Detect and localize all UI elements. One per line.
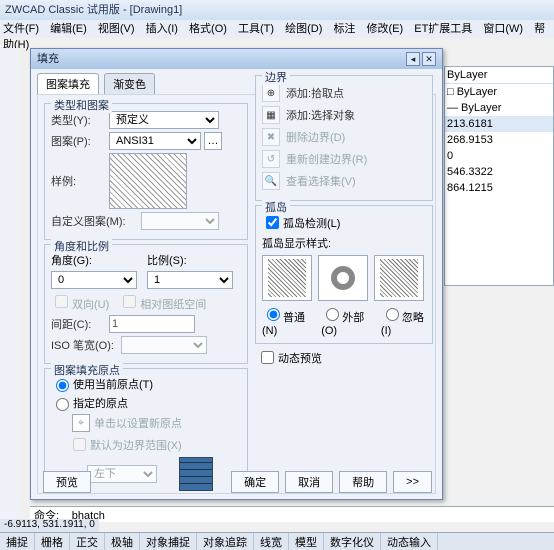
select-object-icon[interactable]: ▦ [262, 106, 280, 124]
island-style-ignore[interactable] [374, 255, 424, 301]
status-model[interactable]: 模型 [289, 533, 324, 550]
angle-select[interactable]: 0 [51, 271, 137, 289]
menu-tools[interactable]: 工具(T) [238, 23, 274, 35]
recreate-boundary-icon: ↺ [262, 150, 280, 168]
preview-button[interactable]: 预览 [43, 471, 91, 493]
iso-pen-select [121, 336, 207, 354]
double-checkbox [55, 295, 68, 308]
custom-pattern-select [141, 212, 219, 230]
properties-panel: ByLayer □ ByLayer — ByLayer 213.6181 268… [444, 66, 554, 286]
menu-format[interactable]: 格式(O) [189, 23, 227, 35]
radio-island-outer[interactable] [326, 308, 339, 321]
island-style-normal[interactable] [262, 255, 312, 301]
relpaper-checkbox [123, 295, 136, 308]
origin-pos-select: 左下 [87, 465, 157, 483]
group-type-pattern: 类型和图案 类型(Y): 预定义 图案(P): ANSI31 … 样例: 自定义… [44, 103, 248, 240]
group-island: 孤岛 孤岛检测(L) 孤岛显示样式: 普通(N) 外部(O) 忽略(I) [255, 205, 433, 344]
menu-edit[interactable]: 编辑(E) [50, 23, 87, 35]
status-polar[interactable]: 极轴 [105, 533, 140, 550]
origin-preview-swatch [179, 457, 213, 491]
ok-button[interactable]: 确定 [231, 471, 279, 493]
num-3: 546.3322 [445, 164, 553, 180]
type-select[interactable]: 预定义 [109, 111, 219, 129]
tab-gradient[interactable]: 渐变色 [104, 73, 155, 94]
lineweight-bylayer[interactable]: — ByLayer [445, 100, 553, 116]
menu-modify[interactable]: 修改(E) [367, 23, 404, 35]
spacing-input [109, 315, 195, 333]
pick-point-icon[interactable]: ⊕ [262, 94, 280, 102]
status-osnap[interactable]: 对象捕捉 [140, 533, 197, 550]
menu-file[interactable]: 文件(F) [3, 23, 39, 35]
pattern-browse-button[interactable]: … [204, 132, 222, 150]
status-bar[interactable]: 捕捉 栅格 正交 极轴 对象捕捉 对象追踪 线宽 模型 数字化仪 动态输入 [0, 532, 554, 550]
hatch-dialog: 填充 ◂ ✕ 图案填充 渐变色 类型和图案 类型(Y): 预定义 图案(P): … [30, 48, 443, 500]
command-line[interactable]: 命令: _bhatch [30, 506, 554, 522]
help-button[interactable]: 帮助 [339, 471, 387, 493]
remove-boundary-icon: ✖ [262, 128, 280, 146]
menu-bar[interactable]: 文件(F) 编辑(E) 视图(V) 插入(I) 格式(O) 工具(T) 绘图(D… [0, 20, 554, 38]
status-grid[interactable]: 栅格 [35, 533, 70, 550]
dynamic-preview-checkbox[interactable] [261, 351, 274, 364]
status-digitizer[interactable]: 数字化仪 [324, 533, 381, 550]
pattern-select[interactable]: ANSI31 [109, 132, 201, 150]
menu-view[interactable]: 视图(V) [98, 23, 135, 35]
menu-window[interactable]: 窗口(W) [483, 23, 523, 35]
menu-insert[interactable]: 插入(I) [146, 23, 178, 35]
num-0: 213.6181 [445, 116, 553, 132]
scale-select[interactable]: 1 [147, 271, 233, 289]
layer-combo[interactable]: ByLayer [445, 67, 553, 84]
island-style-outer[interactable] [318, 255, 368, 301]
radio-island-ignore[interactable] [386, 308, 399, 321]
dialog-title: 填充 [37, 49, 59, 69]
linetype-bylayer[interactable]: □ ByLayer [445, 84, 553, 100]
view-selection-icon: 🔍 [262, 172, 280, 190]
status-dyn[interactable]: 动态输入 [381, 533, 438, 550]
group-boundary: 边界 ⊕添加:拾取点 ▦添加:选择对象 ✖删除边界(D) ↺重新创建边界(R) … [255, 94, 433, 201]
close-icon[interactable]: ✕ [422, 52, 436, 66]
radio-island-normal[interactable] [267, 308, 280, 321]
num-4: 864.1215 [445, 180, 553, 196]
pick-origin-icon: ⌖ [72, 414, 90, 432]
default-extent-checkbox [73, 438, 86, 451]
status-snap[interactable]: 捕捉 [0, 533, 35, 550]
app-title-bar: ZWCAD Classic 试用版 - [Drawing1] [0, 0, 554, 20]
cancel-button[interactable]: 取消 [285, 471, 333, 493]
expand-button[interactable]: >> [393, 471, 432, 493]
menu-dim[interactable]: 标注 [333, 23, 355, 35]
dialog-title-bar[interactable]: 填充 ◂ ✕ [31, 49, 442, 69]
pin-icon[interactable]: ◂ [406, 52, 420, 66]
status-otrack[interactable]: 对象追踪 [197, 533, 254, 550]
radio-current-origin[interactable] [56, 379, 69, 392]
num-1: 268.9153 [445, 132, 553, 148]
num-2: 0 [445, 148, 553, 164]
radio-specified-origin[interactable] [56, 398, 69, 411]
group-angle-scale: 角度和比例 角度(G): 比例(S): 0 1 双向(U) 相对图纸空间 间距(… [44, 244, 248, 364]
menu-draw[interactable]: 绘图(D) [285, 23, 322, 35]
app-title: ZWCAD Classic 试用版 - [Drawing1] [5, 0, 182, 20]
pattern-swatch[interactable] [109, 153, 187, 209]
tab-hatch[interactable]: 图案填充 [37, 73, 99, 94]
island-detect-checkbox[interactable] [266, 216, 279, 229]
status-ortho[interactable]: 正交 [70, 533, 105, 550]
status-lwt[interactable]: 线宽 [254, 533, 289, 550]
coord-readout: -6.9113, 531.1911, 0 [0, 519, 99, 532]
left-toolbox[interactable] [0, 48, 18, 528]
menu-et[interactable]: ET扩展工具 [414, 23, 472, 35]
